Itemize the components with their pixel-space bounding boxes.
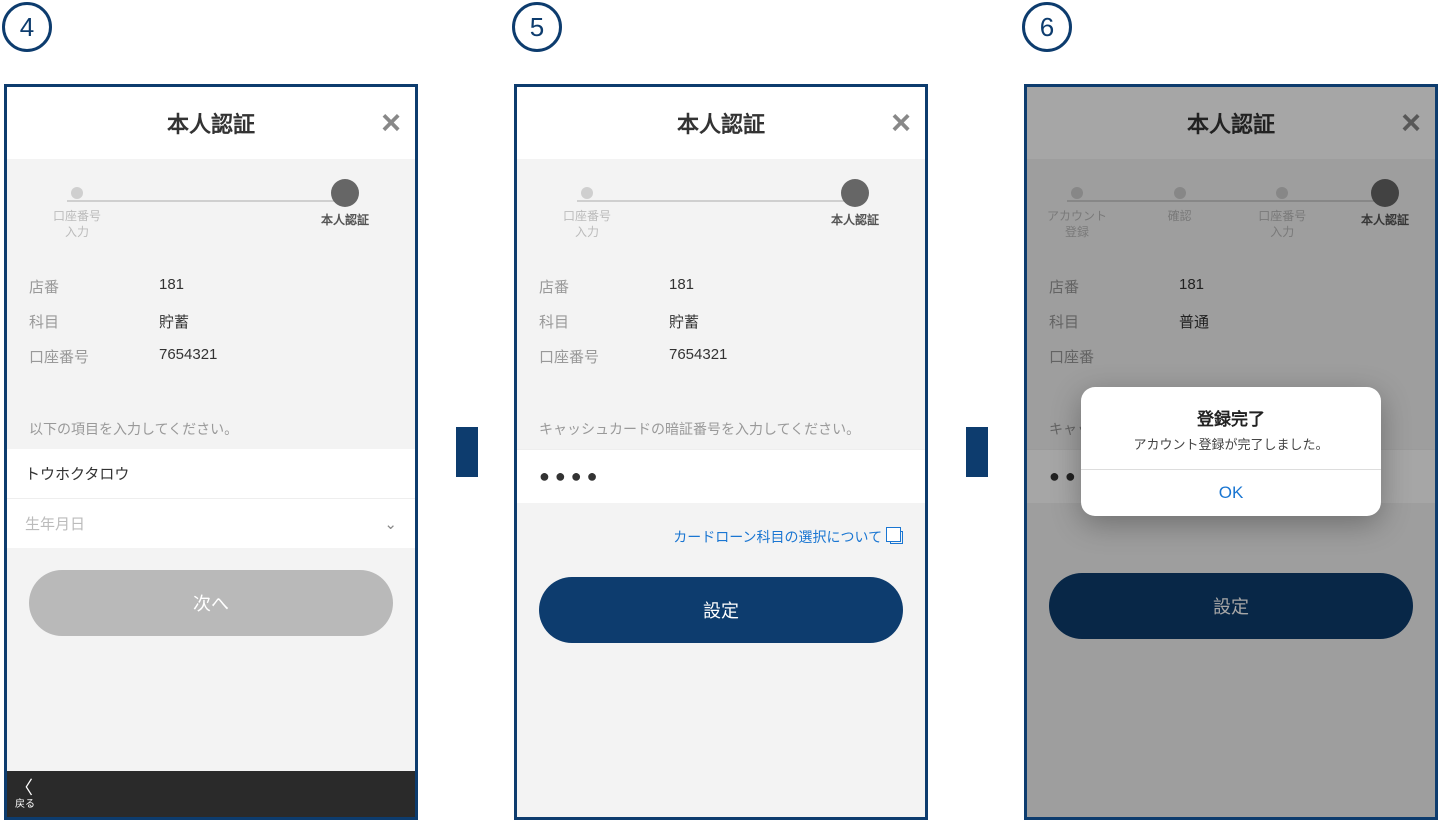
separator-arrow — [456, 427, 478, 477]
progress-stepper: 口座番号 入力 本人認証 — [7, 159, 415, 270]
next-button[interactable]: 次へ — [29, 570, 393, 636]
screen-6: 本人認証 × アカウント 登録 確認 口座番号 入力 本人認証 店番181 科目… — [1024, 84, 1438, 820]
step-label: 本人認証 — [321, 213, 369, 229]
branch-label: 店番 — [29, 276, 159, 297]
bottom-bar: 〈 戻る — [7, 771, 415, 817]
type-label: 科目 — [29, 311, 159, 332]
close-icon[interactable]: × — [381, 106, 401, 140]
dob-select[interactable]: 生年月日 ⌄ — [7, 498, 415, 548]
instruction-text: キャッシュカードの暗証番号を入力してください。 — [517, 399, 925, 449]
account-value: 7654321 — [669, 346, 727, 367]
branch-label: 店番 — [539, 276, 669, 297]
close-icon[interactable]: × — [891, 106, 911, 140]
completion-modal: 登録完了 アカウント登録が完了しました。 OK — [1081, 387, 1381, 516]
step-badge-5: 5 — [512, 2, 562, 52]
set-button[interactable]: 設定 — [539, 577, 903, 643]
branch-value: 181 — [159, 276, 184, 297]
instruction-text: 以下の項目を入力してください。 — [7, 399, 415, 449]
account-label: 口座番号 — [539, 346, 669, 367]
header: 本人認証 × — [7, 87, 415, 159]
account-label: 口座番号 — [29, 346, 159, 367]
page-title: 本人認証 — [677, 107, 765, 139]
progress-stepper: 口座番号 入力 本人認証 — [517, 159, 925, 270]
step-label: 口座番号 入力 — [53, 209, 101, 240]
account-info: 店番181 科目貯蓄 口座番号7654321 — [7, 270, 415, 399]
account-info: 店番181 科目貯蓄 口座番号7654321 — [517, 270, 925, 399]
header: 本人認証 × — [517, 87, 925, 159]
pin-input[interactable]: ●●●● — [517, 449, 925, 503]
separator-arrow — [966, 427, 988, 477]
step-label: 本人認証 — [831, 213, 879, 229]
modal-ok-button[interactable]: OK — [1081, 469, 1381, 516]
name-input[interactable]: トウホクタロウ — [7, 449, 415, 498]
type-label: 科目 — [539, 311, 669, 332]
card-loan-link[interactable]: カードローン科目の選択について — [517, 503, 925, 555]
step-badge-6: 6 — [1022, 2, 1072, 52]
account-value: 7654321 — [159, 346, 217, 367]
modal-title: 登録完了 — [1081, 387, 1381, 434]
modal-message: アカウント登録が完了しました。 — [1081, 434, 1381, 469]
external-link-icon — [890, 531, 903, 544]
branch-value: 181 — [669, 276, 694, 297]
screen-4: 本人認証 × 口座番号 入力 本人認証 店番181 科目貯蓄 口座番号76543… — [4, 84, 418, 820]
back-label[interactable]: 戻る — [15, 795, 35, 810]
type-value: 貯蓄 — [159, 311, 189, 332]
step-label: 口座番号 入力 — [563, 209, 611, 240]
page-title: 本人認証 — [167, 107, 255, 139]
dob-placeholder: 生年月日 — [25, 513, 85, 534]
step-badge-4: 4 — [2, 2, 52, 52]
screen-5: 本人認証 × 口座番号 入力 本人認証 店番181 科目貯蓄 口座番号76543… — [514, 84, 928, 820]
chevron-down-icon: ⌄ — [384, 515, 397, 533]
type-value: 貯蓄 — [669, 311, 699, 332]
